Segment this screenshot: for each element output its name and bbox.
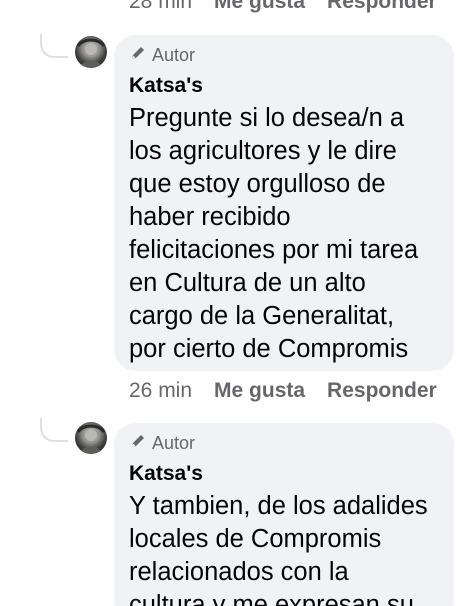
comment-bubble: Autor Katsa's Y tambien, de los adalides… <box>114 423 454 606</box>
reply-connector-line <box>40 418 68 442</box>
author-badge: Autor <box>130 43 440 67</box>
reply-link[interactable]: Responder <box>327 0 437 14</box>
reply-connector-line <box>40 34 68 58</box>
avatar[interactable] <box>75 422 107 454</box>
author-badge-label: Autor <box>152 432 196 453</box>
comment-text: Y tambien, de los adalides locales de Co… <box>129 492 428 606</box>
comment-text: Pregunte si lo desea/n a los agricultore… <box>129 104 419 363</box>
pencil-icon <box>130 433 146 454</box>
pencil-icon <box>130 45 146 66</box>
comment-actions: 26 min Me gusta Responder <box>129 377 437 405</box>
author-badge: Autor <box>130 431 440 455</box>
comment-thread: 28 min Me gusta Responder Autor Katsa's … <box>0 0 473 606</box>
comment-author[interactable]: Katsa's <box>129 73 440 99</box>
comment-author[interactable]: Katsa's <box>129 461 440 487</box>
comment-bubble: Autor Katsa's Pregunte si lo desea/n a l… <box>114 35 454 371</box>
avatar[interactable] <box>75 36 107 68</box>
author-badge-label: Autor <box>152 44 196 65</box>
like-link[interactable]: Me gusta <box>214 0 305 14</box>
previous-comment-actions: 28 min Me gusta Responder <box>129 0 437 16</box>
reply-link[interactable]: Responder <box>327 379 437 403</box>
like-link[interactable]: Me gusta <box>214 379 305 403</box>
comment-timestamp[interactable]: 28 min <box>129 0 192 14</box>
comment-timestamp[interactable]: 26 min <box>129 379 192 403</box>
